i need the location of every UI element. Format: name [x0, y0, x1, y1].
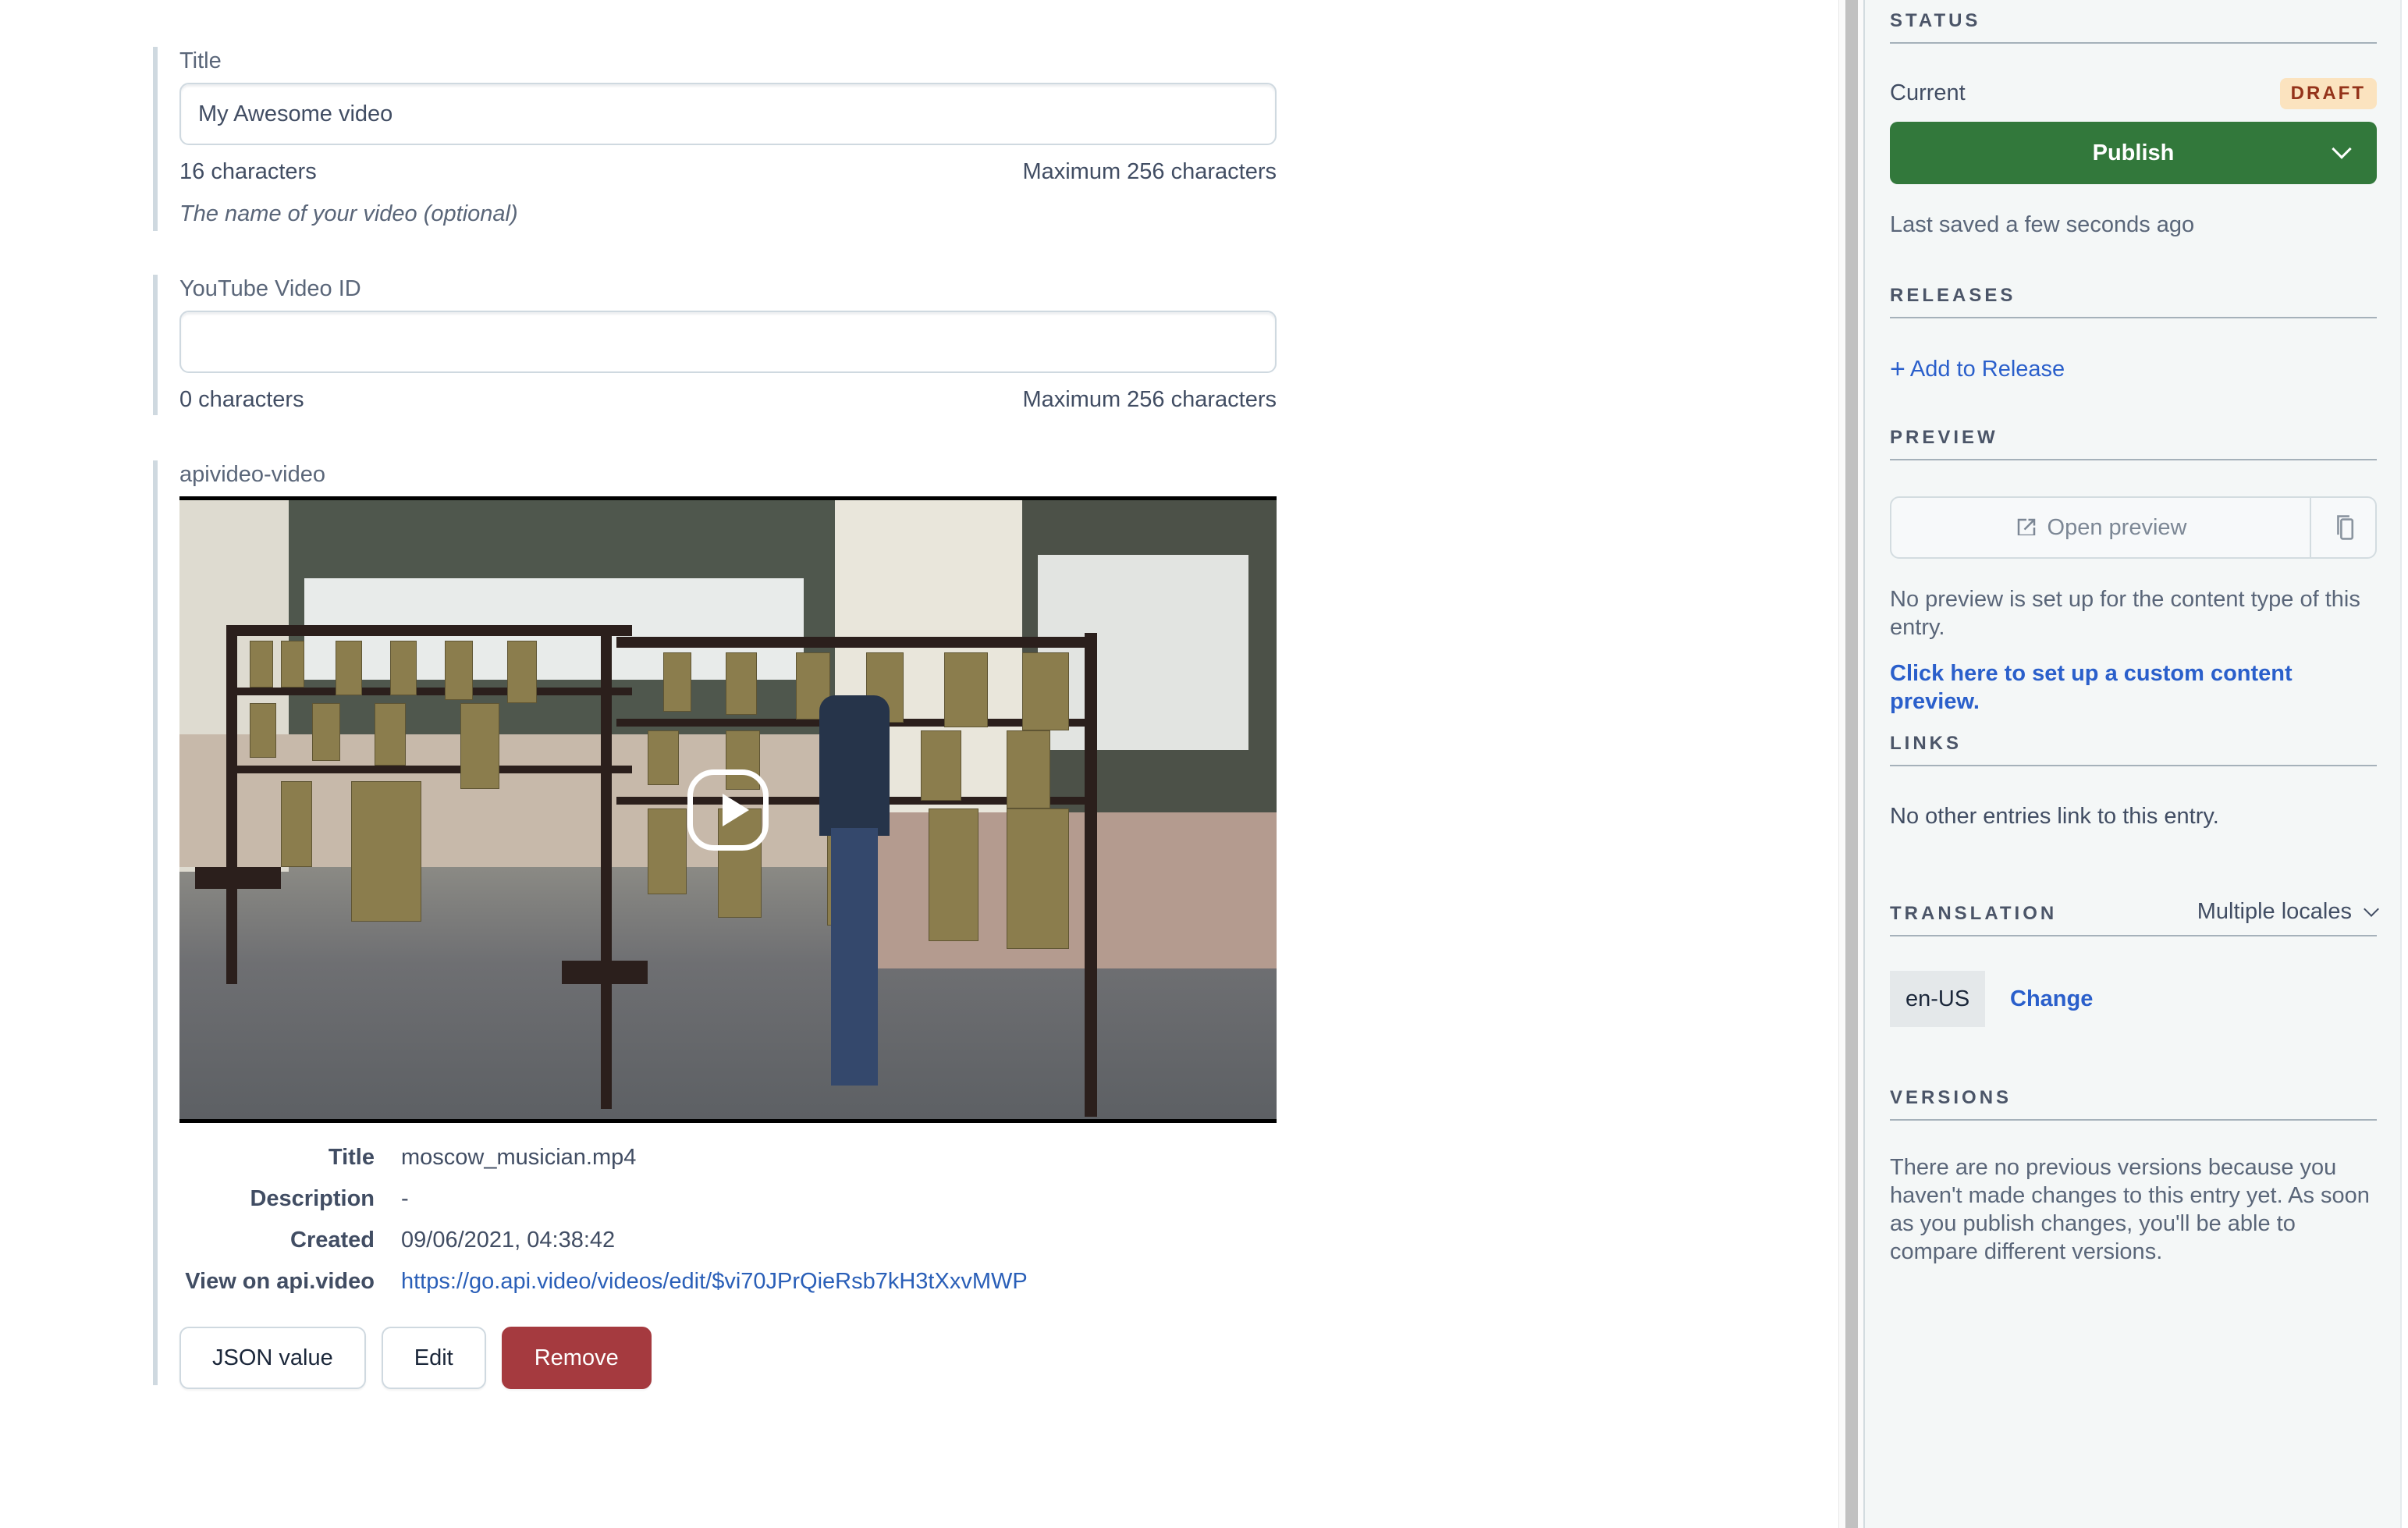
status-badge: DRAFT: [2279, 78, 2377, 109]
no-preview-note: No preview is set up for the content typ…: [1890, 587, 2360, 640]
instrument-frame: [226, 625, 237, 984]
char-max: Maximum 256 characters: [1022, 387, 1277, 412]
field-youtube-video-id: YouTube Video ID 0 characters Maximum 25…: [153, 275, 1277, 415]
instrument-frame: [616, 637, 1092, 648]
meta-key-created: Created: [290, 1228, 375, 1253]
scrollbar-thumb[interactable]: [1845, 0, 1858, 1528]
meta-key-title: Title: [328, 1145, 375, 1170]
video-actions: JSON value Edit Remove: [179, 1327, 1277, 1389]
copy-preview-link-button[interactable]: [2310, 498, 2375, 557]
chevron-down-icon[interactable]: [2332, 139, 2352, 159]
publish-button[interactable]: Publish: [1890, 122, 2377, 184]
video-player[interactable]: [179, 496, 1277, 1123]
setup-preview-link[interactable]: Click here to set up a custom content pr…: [1890, 659, 2377, 716]
musician-figure: [819, 695, 890, 836]
main-scrollbar[interactable]: [1838, 0, 1863, 1528]
brass-plate: [929, 808, 978, 941]
field-label: Title: [179, 48, 222, 73]
json-value-button[interactable]: JSON value: [179, 1327, 366, 1389]
open-preview-label: Open preview: [2047, 514, 2187, 540]
field-title: Title 16 characters Maximum 256 characte…: [153, 47, 1277, 231]
char-count-row: 16 characters Maximum 256 characters: [179, 158, 1277, 186]
chevron-down-icon: [2364, 901, 2379, 917]
char-max: Maximum 256 characters: [1022, 159, 1277, 184]
char-count: 16 characters: [179, 159, 317, 184]
preview-heading: PREVIEW: [1890, 426, 2377, 460]
title-input[interactable]: [179, 83, 1277, 145]
instrument-frame: [226, 766, 632, 773]
video-thumbnail: [179, 500, 1277, 1119]
external-link-icon: [2017, 518, 2035, 535]
preview-button-group: Open preview: [1890, 496, 2377, 559]
instrument-frame: [226, 688, 632, 695]
brass-plate: [507, 641, 537, 703]
plus-icon: +: [1890, 354, 1905, 384]
help-text: The name of your video (optional): [179, 201, 518, 226]
remove-button[interactable]: Remove: [501, 1327, 652, 1389]
add-to-release-label: Add to Release: [1909, 357, 2065, 382]
brass-plate: [250, 641, 273, 688]
brass-plate: [375, 703, 406, 766]
brass-plate: [648, 808, 687, 894]
brass-plate: [726, 652, 757, 715]
meta-value-title: moscow_musician.mp4: [401, 1145, 637, 1170]
musician-legs: [831, 828, 878, 1086]
field-label: YouTube Video ID: [179, 276, 361, 301]
links-heading: LINKS: [1890, 732, 2377, 766]
brass-plate: [663, 652, 691, 712]
brass-plate: [390, 641, 417, 695]
brass-plate: [460, 703, 499, 789]
status-heading: STATUS: [1890, 9, 2377, 44]
brass-plate: [351, 781, 421, 922]
brass-plate: [281, 641, 304, 688]
brass-plate: [1007, 730, 1050, 808]
api-video-link[interactable]: https://go.api.video/videos/edit/$vi70JP…: [401, 1269, 1028, 1294]
youtube-id-input[interactable]: [179, 311, 1277, 373]
links-note: No other entries link to this entry.: [1890, 804, 2219, 829]
versions-heading: VERSIONS: [1890, 1086, 2377, 1121]
char-count: 0 characters: [179, 387, 304, 412]
brass-plate: [944, 652, 988, 727]
publish-label: Publish: [2092, 140, 2175, 165]
change-locale-link[interactable]: Change: [2010, 985, 2093, 1013]
copy-icon: [2337, 515, 2354, 540]
brass-plate: [445, 641, 473, 700]
edit-button[interactable]: Edit: [381, 1327, 486, 1389]
brass-plate: [1007, 808, 1069, 949]
meta-value-description: -: [401, 1186, 409, 1211]
meta-key-description: Description: [250, 1186, 375, 1211]
instrument-frame: [1085, 633, 1097, 1117]
locale-mode-value: Multiple locales: [2197, 899, 2352, 924]
versions-note: There are no previous versions because y…: [1890, 1155, 2370, 1264]
brass-plate: [250, 703, 276, 758]
add-to-release-link[interactable]: + Add to Release: [1890, 355, 2065, 383]
last-saved-text: Last saved a few seconds ago: [1890, 212, 2195, 237]
instrument-foot: [562, 961, 648, 984]
instrument-frame: [601, 625, 612, 1109]
instrument-frame: [226, 625, 632, 636]
meta-key-view-on: View on api.video: [185, 1269, 375, 1294]
open-preview-button[interactable]: Open preview: [1891, 498, 2310, 557]
meta-value-created: 09/06/2021, 04:38:42: [401, 1228, 616, 1253]
brass-plate: [281, 781, 312, 867]
releases-heading: RELEASES: [1890, 284, 2377, 318]
video-metadata: Title moscow_musician.mp4 Description - …: [179, 1143, 1277, 1295]
play-button[interactable]: [687, 769, 769, 851]
field-label: apivideo-video: [179, 462, 326, 487]
locale-mode-select[interactable]: Multiple locales: [2197, 899, 2379, 925]
entry-editor-main: Title 16 characters Maximum 256 characte…: [0, 0, 1838, 1528]
brass-plate: [312, 703, 340, 761]
entry-sidebar: STATUS Current DRAFT Publish Last saved …: [1863, 0, 2402, 1528]
entry-editor: Title 16 characters Maximum 256 characte…: [0, 0, 2408, 1528]
brass-plate: [1022, 652, 1069, 730]
brass-plate: [921, 730, 961, 801]
brass-plate: [648, 730, 679, 785]
brass-plate: [336, 641, 362, 695]
char-count-row: 0 characters Maximum 256 characters: [179, 386, 1277, 414]
locale-chip: en-US: [1890, 971, 1986, 1027]
field-apivideo-video: apivideo-video Title moscow_musician.mp4…: [153, 460, 1277, 1389]
instrument-foot: [195, 867, 281, 889]
current-status-label: Current: [1890, 80, 1966, 105]
